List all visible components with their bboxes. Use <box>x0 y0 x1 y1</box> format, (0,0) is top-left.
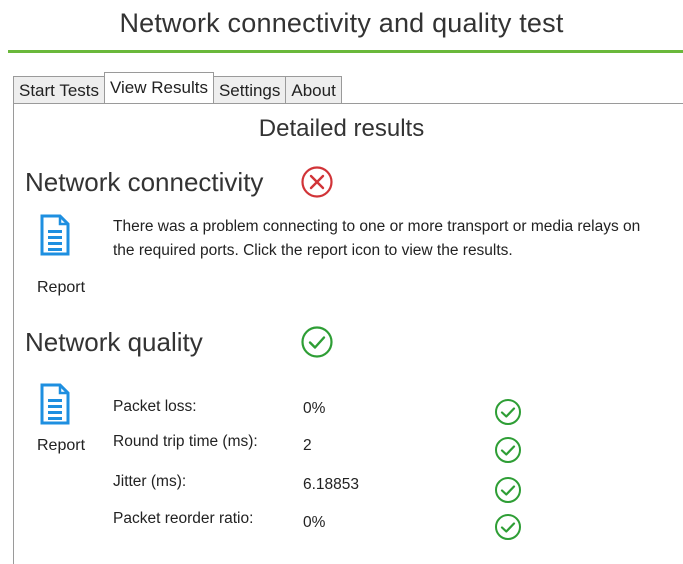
title-divider <box>8 50 683 53</box>
tab-about[interactable]: About <box>285 76 342 103</box>
tab-bar: Start Tests View Results Settings About <box>13 72 342 103</box>
connectivity-title: Network connectivity <box>25 167 264 197</box>
metric-value-packet-loss: 0% <box>303 400 326 417</box>
check-circle-icon <box>494 513 522 541</box>
quality-report-label[interactable]: Report <box>37 437 85 455</box>
connectivity-message: There was a problem connecting to one or… <box>113 218 641 259</box>
metric-label-packet-loss: Packet loss: <box>113 398 197 415</box>
metric-label-jitter: Jitter (ms): <box>113 473 187 490</box>
quality-title: Network quality <box>25 327 203 357</box>
check-circle-icon <box>494 436 522 464</box>
connectivity-report-label[interactable]: Report <box>37 279 85 297</box>
check-circle-icon <box>300 325 334 359</box>
tab-settings[interactable]: Settings <box>212 76 287 103</box>
error-x-circle-icon <box>300 165 334 199</box>
metric-label-round-trip-time: Round trip time (ms): <box>113 433 258 450</box>
connectivity-report-button[interactable] <box>40 214 70 261</box>
metric-value-round-trip-time: 2 <box>303 437 312 454</box>
tab-start-tests[interactable]: Start Tests <box>13 76 105 103</box>
check-circle-icon <box>494 398 522 426</box>
tab-view-results[interactable]: View Results <box>104 72 214 103</box>
results-heading: Detailed results <box>258 115 425 142</box>
quality-report-button[interactable] <box>40 383 70 430</box>
metric-value-jitter: 6.18853 <box>303 476 360 493</box>
metric-label-packet-reorder-ratio: Packet reorder ratio: <box>113 510 254 527</box>
document-icon <box>40 214 70 256</box>
app-title: Network connectivity and quality test <box>119 8 564 38</box>
check-circle-icon <box>494 476 522 504</box>
document-icon <box>40 383 70 425</box>
metric-value-packet-reorder-ratio: 0% <box>303 514 326 531</box>
